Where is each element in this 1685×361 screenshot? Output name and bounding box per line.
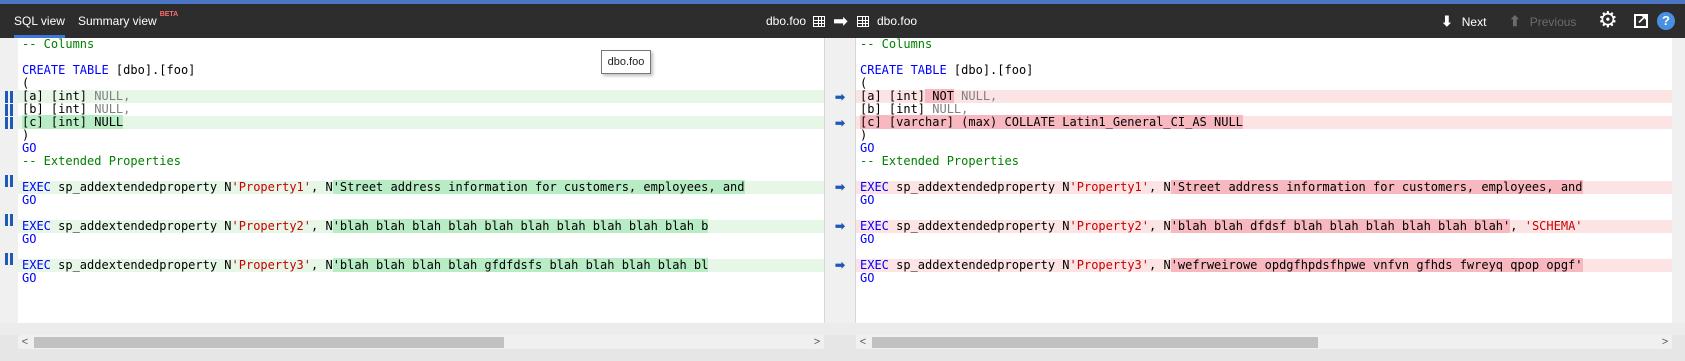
next-label: Next [1461,15,1487,29]
code-line: ) [860,128,868,142]
beta-badge: BETA [159,11,179,18]
tab-summary-view-label: Summary view [78,14,157,28]
code-line: GO [860,271,875,285]
left-gutter [0,38,18,323]
arrow-up-icon: ⬆ [1509,13,1521,29]
right-gutter [1672,38,1685,323]
change-marker-icon[interactable] [5,175,14,187]
target-sql-pane[interactable]: -- Columns CREATE TABLE [dbo].[foo] ( [a… [856,38,1672,323]
code-line-changed: EXEC sp_addextendedproperty N'Property2'… [18,219,824,233]
target-object-name: dbo.foo [877,14,918,28]
scrollbar-thumb[interactable] [34,337,504,348]
arrow-right-icon[interactable]: ➡ [833,259,847,272]
code-line: CREATE TABLE [dbo].[foo] [860,63,1034,77]
code-line: -- Columns [860,38,933,51]
arrow-right-icon: ➡ [833,11,849,31]
gear-icon[interactable]: ⚙ [1598,9,1618,31]
tab-sql-view[interactable]: SQL view [14,4,65,38]
table-icon [813,16,825,27]
arrow-right-icon[interactable]: ➡ [833,117,847,130]
source-sql-pane[interactable]: -- Columns CREATE TABLE [dbo].[foo] ( [a… [18,38,824,323]
source-object-name: dbo.foo [766,14,807,28]
code-line: GO [860,232,875,246]
code-line: -- Columns [22,38,95,51]
code-line-changed: [c] [int] NULL [18,115,824,129]
change-marker-icon[interactable] [5,104,14,116]
arrow-right-icon[interactable]: ➡ [833,181,847,194]
tab-sql-view-label: SQL view [14,14,65,28]
source-horizontal-scrollbar[interactable]: < > [18,335,824,349]
scroll-left-icon[interactable]: < [856,335,870,349]
arrow-right-icon[interactable]: ➡ [833,91,847,104]
next-button[interactable]: ⬇ Next [1441,4,1486,38]
object-tooltip: dbo.foo [601,50,651,74]
code-line-changed: EXEC sp_addextendedproperty N'Property1'… [856,180,1672,194]
code-line-changed: EXEC sp_addextendedproperty N'Property1'… [18,180,824,194]
code-line: GO [22,232,37,246]
arrow-down-icon: ⬇ [1441,13,1453,29]
scroll-left-icon[interactable]: < [18,335,32,349]
bottom-gutter [0,323,1685,335]
code-line: GO [860,193,875,207]
code-line: -- Extended Properties [860,154,1019,168]
scroll-right-icon[interactable]: > [810,335,824,349]
change-marker-icon[interactable] [5,214,14,226]
code-line: ) [22,128,30,142]
code-line-changed: [a] [int] NULL, [18,90,824,103]
change-marker-icon[interactable] [5,117,14,129]
code-line: GO [22,193,37,207]
toolbar: SQL view Summary view BETA dbo.foo ➡ dbo.… [0,4,1685,38]
code-line-changed: EXEC sp_addextendedproperty N'Property3'… [856,258,1672,272]
previous-button[interactable]: ⬆ Previous [1509,4,1576,38]
change-marker-icon[interactable] [5,91,14,103]
scrollbar-thumb[interactable] [872,337,1318,348]
code-line-changed: [a] [int] NOT NULL, [856,89,1672,103]
table-icon [857,16,869,27]
arrow-right-icon[interactable]: ➡ [833,220,847,233]
code-line: GO [22,271,37,285]
code-line: -- Extended Properties [22,154,181,168]
tab-summary-view[interactable]: Summary view BETA [78,4,178,38]
code-line-changed: EXEC sp_addextendedproperty N'Property2'… [856,219,1672,233]
code-line-changed: EXEC sp_addextendedproperty N'Property3'… [18,258,824,272]
help-icon[interactable]: ? [1657,12,1675,30]
code-line: ( [22,76,30,90]
popout-icon[interactable] [1634,11,1648,28]
code-line: CREATE TABLE [dbo].[foo] [22,63,196,77]
target-horizontal-scrollbar[interactable]: < > [856,335,1672,349]
scroll-right-icon[interactable]: > [1658,335,1672,349]
code-line: [b] [int] NULL, [22,102,131,116]
previous-label: Previous [1529,15,1577,29]
change-marker-icon[interactable] [5,253,14,265]
code-line-changed: [c] [varchar] (max) COLLATE Latin1_Gener… [856,115,1672,129]
footer-strip [0,349,1685,361]
